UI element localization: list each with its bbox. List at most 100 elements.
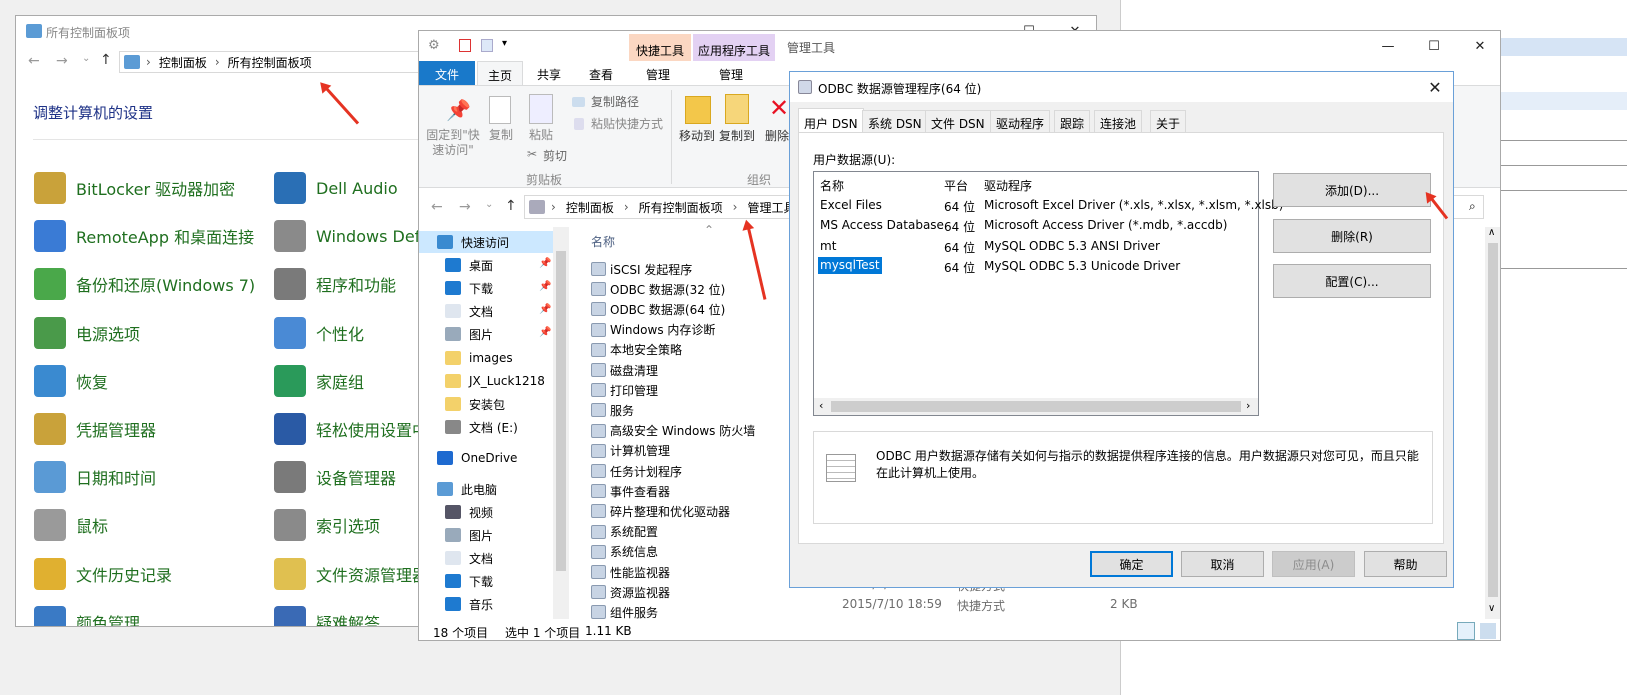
control-panel-item[interactable]: BitLocker 驱动器加密 — [34, 172, 235, 204]
copy-button[interactable]: 复制 — [481, 128, 521, 143]
control-panel-item[interactable]: RemoteApp 和桌面连接 — [34, 220, 254, 253]
chevron-down-icon[interactable]: ⌄ — [485, 199, 493, 210]
nav-item[interactable]: 安装包 — [445, 393, 505, 415]
search-icon[interactable]: ⌕ — [1469, 199, 1476, 214]
nav-item[interactable]: 音乐 — [445, 593, 493, 615]
control-panel-item[interactable]: Dell Audio — [274, 172, 398, 204]
scroll-thumb[interactable] — [1488, 243, 1498, 597]
file-row[interactable]: 任务计划程序 — [591, 461, 682, 481]
scroll-thumb[interactable] — [831, 401, 1241, 412]
file-row[interactable]: 磁盘清理 — [591, 360, 658, 380]
odbc-tab[interactable]: 系统 DSN — [862, 110, 928, 132]
dsn-listview[interactable]: 名称 平台 驱动程序 Excel Files 64 位 Microsoft Exce… — [813, 171, 1283, 416]
maximize-button[interactable]: ☐ — [1411, 31, 1457, 61]
nav-item[interactable]: 图片 — [445, 524, 493, 546]
control-panel-item[interactable]: 备份和还原(Windows 7) — [34, 268, 255, 301]
column-header[interactable]: 平台 — [944, 177, 968, 194]
properties-icon[interactable] — [459, 39, 471, 52]
control-panel-item[interactable]: 日期和时间 — [34, 461, 156, 494]
configure-button[interactable]: 配置(C)... — [1273, 264, 1431, 298]
ok-button[interactable]: 确定 — [1090, 551, 1173, 577]
copy-path-button[interactable]: 复制路径 — [591, 95, 639, 110]
file-row[interactable]: 性能监视器 — [591, 562, 670, 582]
file-row[interactable]: 打印管理 — [591, 380, 658, 400]
cut-button[interactable]: 剪切 — [543, 149, 567, 164]
dsn-row[interactable]: MS Access Database 64 位 Microsoft Access D… — [814, 215, 1258, 235]
add-button[interactable]: 添加(D)... — [1273, 173, 1431, 207]
dsn-row[interactable]: mysqlTest 64 位 MySQL ODBC 5.3 Unicode Driv… — [814, 256, 1258, 276]
odbc-tab[interactable]: 跟踪 — [1054, 110, 1091, 132]
help-button[interactable]: 帮助 — [1364, 551, 1447, 577]
file-row[interactable]: 系统信息 — [591, 542, 658, 562]
file-row[interactable]: iSCSI 发起程序 — [591, 259, 692, 279]
nav-item[interactable]: 文档 (E:) — [445, 416, 518, 438]
control-panel-item[interactable]: 文件资源管理器 — [274, 557, 428, 590]
details-view-icon[interactable] — [1457, 622, 1475, 640]
nav-scrollbar[interactable] — [553, 227, 569, 619]
file-row[interactable]: Windows 内存诊断 — [591, 320, 715, 340]
breadcrumb-item[interactable]: 控制面板 — [566, 199, 614, 216]
nav-item[interactable]: 桌面 📌 — [445, 254, 551, 276]
dsn-row[interactable]: Excel Files 64 位 Microsoft Excel Driver (*… — [814, 195, 1283, 215]
copy-to-button[interactable]: 复制到 — [713, 129, 761, 144]
control-panel-item[interactable]: 电源选项 — [34, 316, 140, 349]
tab-manage-app[interactable]: 管理 — [707, 66, 755, 83]
nav-item[interactable]: images — [445, 347, 513, 369]
nav-item[interactable]: 下载 📌 — [445, 277, 551, 299]
odbc-tab[interactable]: 用户 DSN — [798, 108, 864, 132]
control-panel-item[interactable]: 程序和功能 — [274, 268, 396, 301]
column-header[interactable]: 驱动程序 — [984, 177, 1032, 194]
file-row[interactable]: 资源监视器 — [591, 582, 670, 602]
file-row[interactable]: 本地安全策略 — [591, 340, 682, 360]
gear-icon[interactable]: ⚙ — [428, 38, 440, 53]
tab-file[interactable]: 文件 — [419, 61, 475, 85]
listview-hscrollbar[interactable]: ‹ › — [814, 398, 1258, 415]
breadcrumb-item[interactable]: 所有控制面板项 — [639, 199, 723, 216]
new-folder-icon[interactable] — [481, 39, 493, 52]
file-row[interactable]: ODBC 数据源(32 位) — [591, 279, 725, 299]
nav-item[interactable]: 视频 — [445, 501, 493, 523]
column-header[interactable]: 名称 — [820, 177, 844, 194]
nav-item[interactable]: 文档 📌 — [445, 300, 551, 322]
file-row[interactable]: 组件服务 — [591, 602, 658, 622]
control-panel-item[interactable]: 颜色管理 — [34, 605, 140, 626]
up-arrow-icon[interactable]: ↑ — [100, 52, 112, 68]
chevron-down-icon[interactable]: ⌄ — [82, 53, 90, 64]
control-panel-item[interactable]: 家庭组 — [274, 364, 364, 397]
file-row[interactable]: 服务 — [591, 400, 634, 420]
back-arrow-icon[interactable]: ← — [28, 53, 40, 69]
tab-home[interactable]: 主页 — [477, 61, 523, 86]
tab-share[interactable]: 共享 — [527, 66, 571, 83]
apply-button[interactable]: 应用(A) — [1272, 551, 1355, 577]
pin-quick-access-button[interactable]: 固定到"快速访问" — [423, 128, 483, 158]
tab-view[interactable]: 查看 — [579, 66, 623, 83]
nav-item[interactable]: 文档 — [445, 547, 493, 569]
control-panel-item[interactable]: 鼠标 — [34, 509, 108, 542]
scroll-thumb[interactable] — [556, 251, 566, 571]
chevron-down-icon[interactable]: ▾ — [502, 38, 507, 49]
column-header-name[interactable]: 名称 — [591, 233, 615, 250]
nav-item[interactable]: JX_Luck1218 — [445, 370, 545, 392]
close-button[interactable]: ✕ — [1457, 31, 1500, 61]
up-arrow-icon[interactable]: ↑ — [505, 198, 517, 214]
control-panel-item[interactable]: 个性化 — [274, 316, 364, 349]
control-panel-item[interactable]: 文件历史记录 — [34, 557, 172, 590]
nav-item[interactable]: 此电脑 — [437, 478, 497, 500]
control-panel-item[interactable]: 索引选项 — [274, 509, 380, 542]
forward-arrow-icon[interactable]: → — [459, 199, 471, 215]
file-row[interactable]: 高级安全 Windows 防火墙 — [591, 421, 755, 441]
control-panel-item[interactable]: 轻松使用设置中 — [274, 413, 428, 445]
control-panel-item[interactable]: 恢复 — [34, 364, 108, 397]
file-row[interactable]: 事件查看器 — [591, 481, 670, 501]
odbc-tab[interactable]: 关于 — [1150, 110, 1187, 132]
odbc-tab[interactable]: 驱动程序 — [990, 110, 1051, 132]
remove-button[interactable]: 删除(R) — [1273, 219, 1431, 253]
control-panel-item[interactable]: 疑难解答 — [274, 605, 380, 626]
control-panel-item[interactable]: Windows Defe — [274, 220, 430, 253]
breadcrumb-item[interactable]: 控制面板 — [159, 54, 207, 71]
paste-button[interactable]: 粘贴 — [521, 128, 561, 143]
back-arrow-icon[interactable]: ← — [431, 199, 443, 215]
cancel-button[interactable]: 取消 — [1181, 551, 1264, 577]
nav-item[interactable]: OneDrive — [437, 447, 517, 469]
control-panel-item[interactable]: 设备管理器 — [274, 461, 396, 494]
